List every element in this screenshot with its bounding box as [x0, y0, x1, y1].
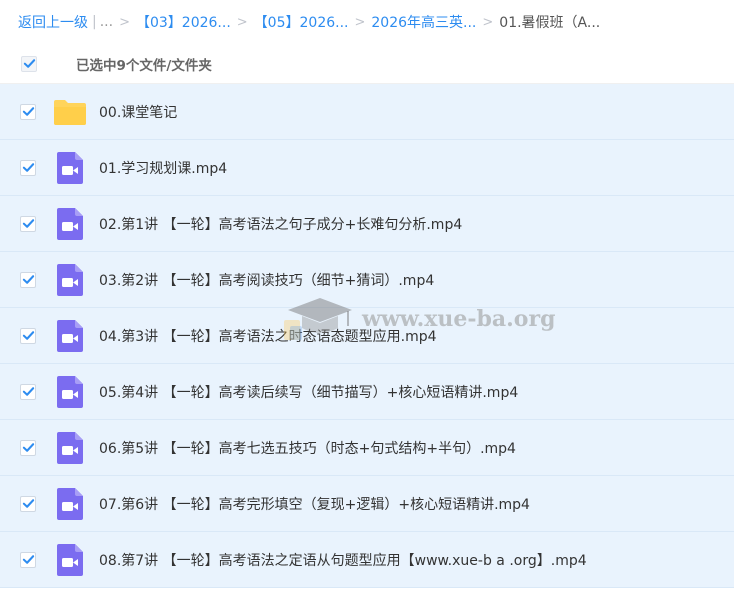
- file-row[interactable]: 01.学习规划课.mp4: [0, 140, 734, 196]
- video-file-icon: [57, 431, 83, 464]
- breadcrumb-ellipsis[interactable]: ...: [100, 14, 113, 30]
- file-row[interactable]: 07.第6讲 【一轮】高考完形填空（复现+逻辑）+核心短语精讲.mp4: [0, 476, 734, 532]
- file-row[interactable]: 05.第4讲 【一轮】高考读后续写（细节描写）+核心短语精讲.mp4: [0, 364, 734, 420]
- video-file-icon: [57, 487, 83, 520]
- file-row[interactable]: 08.第7讲 【一轮】高考语法之定语从句题型应用【www.xue-b a .or…: [0, 532, 734, 588]
- checkmark-icon: [22, 107, 34, 116]
- video-file-icon: [57, 151, 83, 184]
- file-name[interactable]: 03.第2讲 【一轮】高考阅读技巧（细节+猜词）.mp4: [99, 270, 434, 290]
- video-file-icon: [57, 375, 83, 408]
- file-row[interactable]: 06.第5讲 【一轮】高考七选五技巧（时态+句式结构+半句）.mp4: [0, 420, 734, 476]
- video-file-icon: [57, 263, 83, 296]
- breadcrumb-separator: >: [236, 14, 248, 30]
- select-all-checkbox[interactable]: [21, 55, 37, 72]
- video-file-icon-wrap: [53, 207, 87, 241]
- video-file-icon-wrap: [53, 319, 87, 353]
- row-checkbox[interactable]: [20, 103, 36, 120]
- breadcrumb-current: 01.暑假班（A...: [499, 15, 601, 31]
- breadcrumb-item[interactable]: 【03】2026...: [136, 12, 231, 32]
- file-name[interactable]: 02.第1讲 【一轮】高考语法之句子成分+长难句分析.mp4: [99, 214, 462, 234]
- file-name[interactable]: 00.课堂笔记: [99, 102, 177, 122]
- checkmark-icon: [22, 163, 34, 172]
- video-file-icon-wrap: [53, 263, 87, 297]
- folder-row[interactable]: 00.课堂笔记: [0, 84, 734, 140]
- video-file-icon: [57, 319, 83, 352]
- file-row[interactable]: 03.第2讲 【一轮】高考阅读技巧（细节+猜词）.mp4: [0, 252, 734, 308]
- file-name[interactable]: 04.第3讲 【一轮】高考语法之时态语态题型应用.mp4: [99, 326, 437, 346]
- checkmark-icon: [22, 219, 34, 228]
- checkmark-icon: [23, 59, 35, 68]
- row-checkbox[interactable]: [20, 439, 36, 456]
- row-checkbox[interactable]: [20, 383, 36, 400]
- file-name[interactable]: 05.第4讲 【一轮】高考读后续写（细节描写）+核心短语精讲.mp4: [99, 382, 518, 402]
- row-checkbox[interactable]: [20, 159, 36, 176]
- breadcrumb-item[interactable]: 2026年高三英...: [371, 12, 476, 32]
- checkmark-icon: [22, 555, 34, 564]
- breadcrumb-divider: |: [92, 14, 97, 30]
- row-checkbox[interactable]: [20, 327, 36, 344]
- file-row[interactable]: 04.第3讲 【一轮】高考语法之时态语态题型应用.mp4: [0, 308, 734, 364]
- folder-icon: [54, 99, 86, 125]
- checkmark-icon: [22, 331, 34, 340]
- file-name[interactable]: 07.第6讲 【一轮】高考完形填空（复现+逻辑）+核心短语精讲.mp4: [99, 494, 530, 514]
- folder-icon-wrap: [53, 95, 87, 129]
- selection-bar: 已选中9个文件/文件夹: [0, 44, 734, 84]
- file-name[interactable]: 01.学习规划课.mp4: [99, 158, 227, 178]
- breadcrumb-item[interactable]: 【05】2026...: [254, 12, 349, 32]
- video-file-icon: [57, 207, 83, 240]
- breadcrumb-separator: >: [482, 14, 494, 30]
- checkmark-icon: [22, 443, 34, 452]
- video-file-icon-wrap: [53, 487, 87, 521]
- checkmark-icon: [22, 387, 34, 396]
- file-name[interactable]: 06.第5讲 【一轮】高考七选五技巧（时态+句式结构+半句）.mp4: [99, 438, 516, 458]
- breadcrumb-separator: >: [354, 14, 366, 30]
- selection-count: 已选中9个文件/文件夹: [76, 57, 212, 74]
- checkmark-icon: [22, 275, 34, 284]
- file-list: 00.课堂笔记 01.学习规划课.mp4 02.第1讲 【一轮】高考语法之句子成分+…: [0, 84, 734, 588]
- back-link[interactable]: 返回上一级: [18, 12, 88, 32]
- row-checkbox[interactable]: [20, 551, 36, 568]
- breadcrumb: 返回上一级 | ... > 【03】2026... > 【05】2026... …: [18, 11, 600, 33]
- file-row[interactable]: 02.第1讲 【一轮】高考语法之句子成分+长难句分析.mp4: [0, 196, 734, 252]
- row-checkbox[interactable]: [20, 215, 36, 232]
- video-file-icon: [57, 543, 83, 576]
- row-checkbox[interactable]: [20, 271, 36, 288]
- breadcrumb-separator: >: [119, 14, 130, 30]
- row-checkbox[interactable]: [20, 495, 36, 512]
- file-name[interactable]: 08.第7讲 【一轮】高考语法之定语从句题型应用【www.xue-b a .or…: [99, 550, 587, 570]
- video-file-icon-wrap: [53, 431, 87, 465]
- video-file-icon-wrap: [53, 151, 87, 185]
- video-file-icon-wrap: [53, 375, 87, 409]
- checkmark-icon: [22, 499, 34, 508]
- video-file-icon-wrap: [53, 543, 87, 577]
